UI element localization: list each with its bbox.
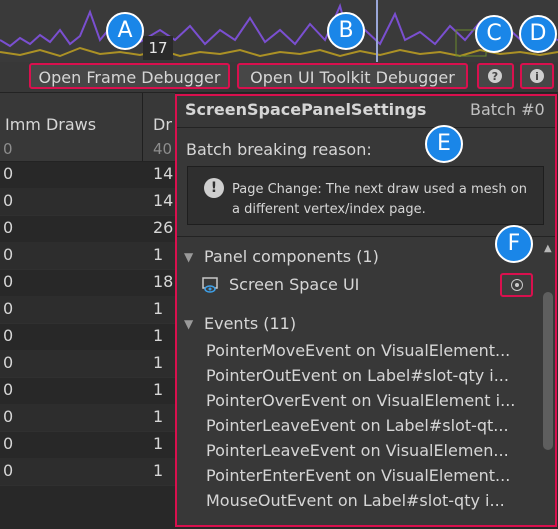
event-list-item[interactable]: MouseOutEvent on Label#slot-qty i... (206, 491, 505, 510)
event-list-item[interactable]: PointerOutEvent on Label#slot-qty i... (206, 366, 509, 385)
event-list-item[interactable]: PointerOverEvent on VisualElement i... (206, 391, 515, 410)
component-screen-space-ui[interactable]: Screen Space UI (229, 275, 359, 294)
table-row[interactable]: 0 26 (0, 215, 175, 243)
batch-breaking-reason-label: Batch breaking reason: (186, 140, 372, 159)
cell-draws: 1 (153, 353, 164, 372)
cell-draws: 1 (153, 380, 164, 399)
open-ui-toolkit-debugger-button[interactable]: Open UI Toolkit Debugger (237, 63, 468, 89)
cell-draws: 1 (153, 461, 164, 480)
cell-draws: 18 (153, 272, 174, 291)
cell-imm-draws: 0 (3, 434, 14, 453)
cell-draws: 1 (153, 245, 164, 264)
help-button[interactable]: ? (477, 63, 514, 89)
event-list-item[interactable]: PointerLeaveEvent on Label#slot-qt... (206, 416, 509, 435)
cell-imm-draws: 0 (3, 326, 14, 345)
cell-imm-draws: 0 (3, 380, 14, 399)
event-list-item[interactable]: PointerMoveEvent on VisualElement... (206, 341, 510, 360)
panel-components-header[interactable]: Panel components (1) (204, 247, 379, 266)
frame-number-label: 17 (143, 36, 173, 60)
svg-text:i: i (535, 70, 539, 83)
cell-imm-draws: 0 (3, 218, 14, 237)
batch-breaking-reason-text: Page Change: The next draw used a mesh o… (232, 182, 527, 217)
callout-b: B (327, 12, 365, 50)
table-row[interactable]: 01 (0, 350, 175, 378)
cell-imm-draws: 0 (3, 191, 14, 210)
table-row[interactable]: 01 (0, 377, 175, 405)
table-row[interactable]: 01 (0, 242, 175, 270)
column-total-imm-draws: 0 (3, 140, 13, 158)
column-header-imm-draws[interactable]: Imm Draws (5, 115, 96, 134)
callout-c: C (475, 15, 513, 53)
cell-draws: 1 (153, 299, 164, 318)
table-row[interactable]: 01 (0, 296, 175, 324)
table-row[interactable]: 0 14 (0, 161, 175, 189)
cell-imm-draws: 0 (3, 164, 14, 183)
table-row[interactable]: 01 (0, 458, 175, 486)
table-row[interactable]: 0 18 (0, 269, 175, 297)
cell-draws: 14 (153, 164, 174, 183)
info-button[interactable]: i (520, 63, 554, 89)
panel-components-foldout-icon[interactable]: ▼ (184, 250, 193, 264)
batch-label: Batch #0 (470, 100, 545, 119)
callout-a: A (106, 12, 144, 50)
info-circle-icon: i (530, 69, 544, 83)
table-row[interactable]: 01 (0, 431, 175, 459)
events-header[interactable]: Events (11) (204, 314, 296, 333)
scrollbar-thumb[interactable] (543, 292, 553, 450)
column-divider[interactable] (142, 93, 143, 161)
cell-draws: 1 (153, 434, 164, 453)
scroll-up-arrow-icon[interactable]: ▲ (544, 243, 552, 254)
callout-f: F (495, 225, 533, 263)
cell-draws: 14 (153, 191, 174, 210)
question-circle-icon: ? (488, 69, 502, 83)
cell-imm-draws: 0 (3, 407, 14, 426)
event-list-item[interactable]: PointerEnterEvent on VisualElement... (206, 466, 510, 485)
table-row[interactable]: 01 (0, 404, 175, 432)
target-icon-center (515, 283, 519, 287)
cell-imm-draws: 0 (3, 272, 14, 291)
column-header-draws[interactable]: Dr (153, 115, 172, 134)
table-row[interactable]: 01 (0, 323, 175, 351)
column-total-draws: 40 (153, 140, 173, 158)
callout-d: D (519, 15, 557, 53)
svg-text:?: ? (492, 70, 498, 83)
cell-imm-draws: 0 (3, 245, 14, 264)
cell-imm-draws: 0 (3, 461, 14, 480)
callout-e: E (425, 125, 463, 163)
events-foldout-icon[interactable]: ▼ (184, 317, 193, 331)
locate-component-button[interactable] (500, 273, 533, 297)
cell-imm-draws: 0 (3, 353, 14, 372)
exclamation-circle-icon: ! (204, 178, 224, 198)
cell-imm-draws: 0 (3, 299, 14, 318)
cell-draws: 1 (153, 407, 164, 426)
panel-divider (177, 127, 555, 128)
cell-draws: 26 (153, 218, 174, 237)
cell-draws: 1 (153, 326, 164, 345)
event-list-item[interactable]: PointerLeaveEvent on VisualElemen... (206, 441, 509, 460)
table-row[interactable]: 0 14 (0, 188, 175, 216)
panel-title: ScreenSpacePanelSettings (185, 100, 427, 119)
screen-space-ui-icon (202, 277, 220, 293)
open-frame-debugger-button[interactable]: Open Frame Debugger (29, 63, 230, 89)
